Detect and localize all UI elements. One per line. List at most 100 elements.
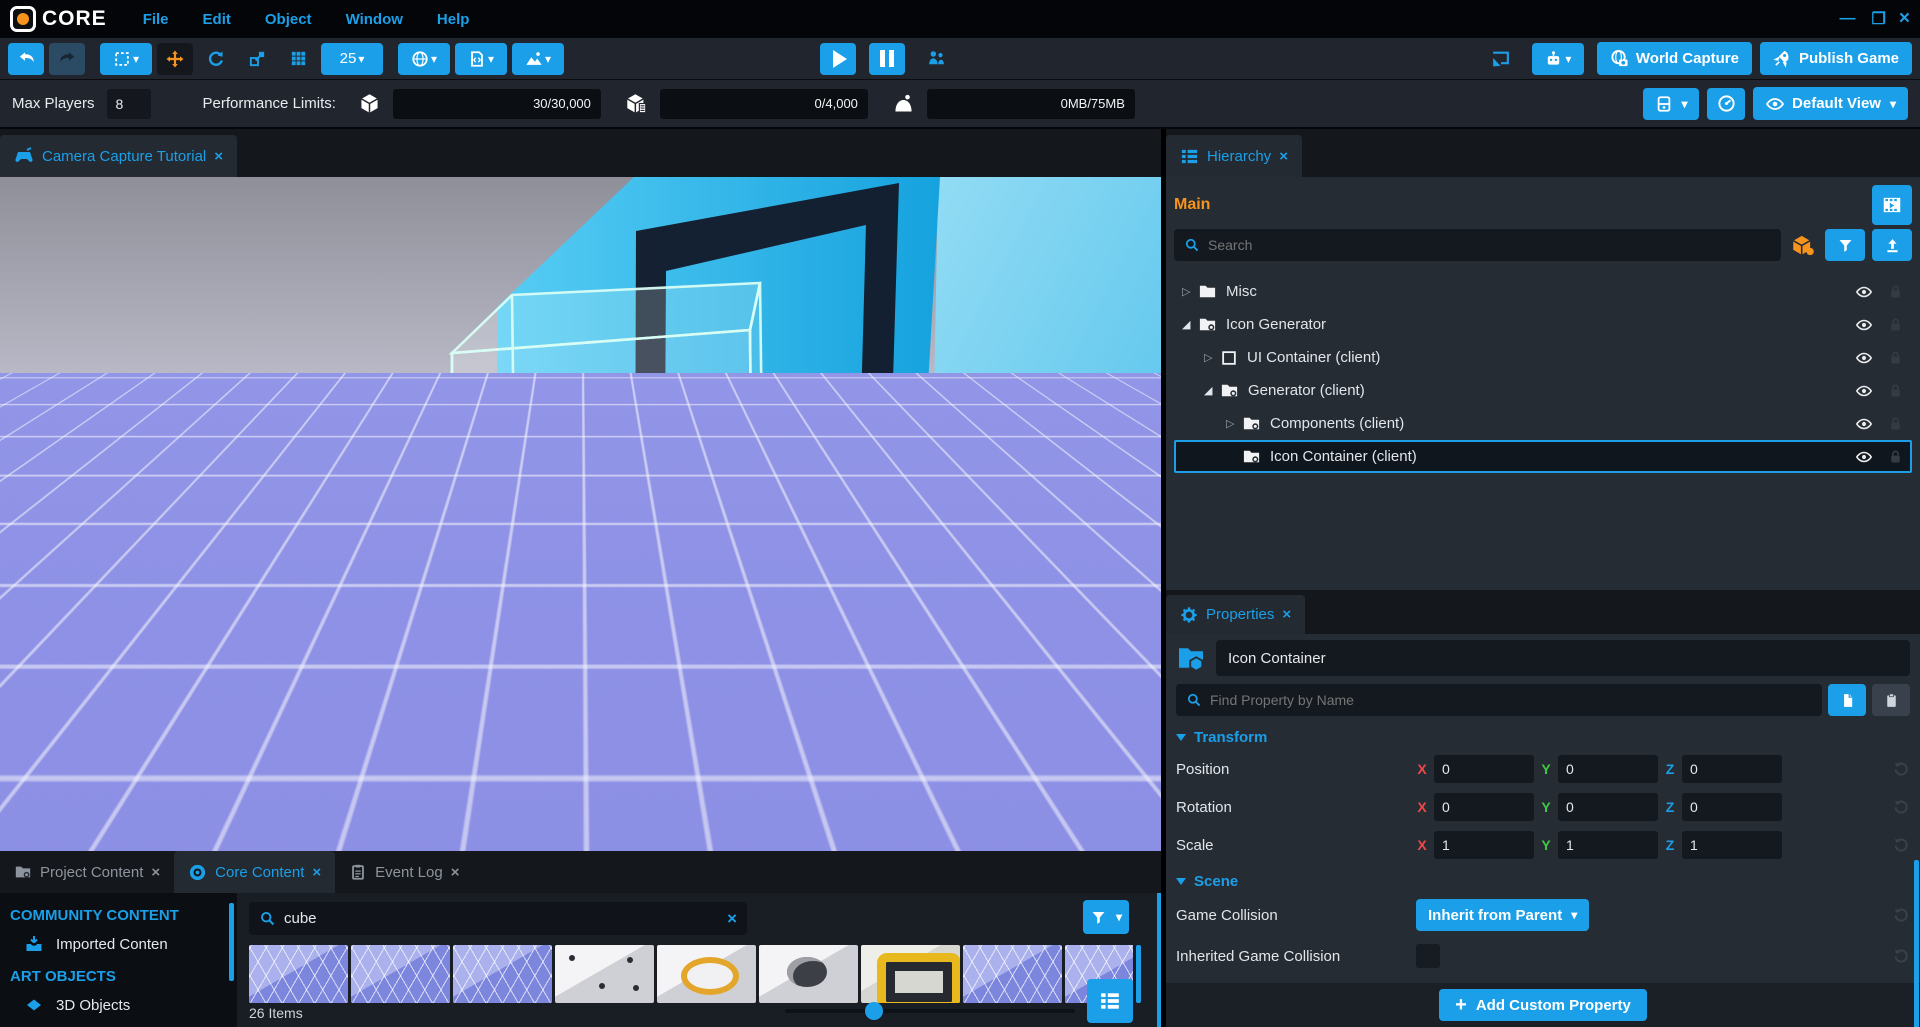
- close-tab-icon[interactable]: [312, 864, 321, 881]
- restore-icon[interactable]: ❐: [1872, 9, 1883, 29]
- menu-object[interactable]: Object: [265, 11, 312, 28]
- sidebar-item-3d-objects[interactable]: 3D Objects: [24, 995, 237, 1015]
- pause-button[interactable]: [869, 43, 905, 75]
- eye-icon[interactable]: [1855, 283, 1873, 301]
- copy-properties-button[interactable]: [1828, 684, 1866, 716]
- performance-panel-button[interactable]: [1707, 88, 1745, 120]
- scene-section-header[interactable]: Scene: [1166, 864, 1920, 894]
- reset-icon[interactable]: [1892, 947, 1910, 965]
- bot-dropdown[interactable]: [1532, 43, 1584, 75]
- asset-thumbnail-white-gold-ring-cube[interactable]: [657, 945, 756, 1003]
- menu-window[interactable]: Window: [346, 11, 403, 28]
- lock-icon[interactable]: [1887, 349, 1904, 366]
- rotation-x-input[interactable]: [1434, 793, 1534, 821]
- menu-edit[interactable]: Edit: [203, 11, 231, 28]
- panel-splitter[interactable]: [1157, 893, 1161, 1027]
- tab-core-content[interactable]: Core Content: [174, 851, 335, 893]
- lock-icon[interactable]: [1887, 316, 1904, 333]
- sidebar-item-imported-content[interactable]: Imported Conten: [24, 934, 237, 954]
- content-search-input[interactable]: [284, 910, 719, 927]
- tree-row-misc[interactable]: ▷ Misc: [1174, 275, 1912, 308]
- asset-thumbnail-blue-grid-cube[interactable]: [963, 945, 1062, 1003]
- close-tab-icon[interactable]: [214, 148, 223, 165]
- paste-properties-button[interactable]: [1872, 684, 1910, 716]
- rotation-y-input[interactable]: [1558, 793, 1658, 821]
- expander-icon[interactable]: ◢: [1182, 318, 1198, 331]
- close-tab-icon[interactable]: [1282, 606, 1291, 623]
- tab-project-content[interactable]: Project Content: [0, 851, 174, 893]
- undo-button[interactable]: [8, 43, 44, 75]
- tree-row-icon-container-selected[interactable]: Icon Container (client): [1174, 440, 1912, 473]
- menu-file[interactable]: File: [143, 11, 169, 28]
- terrain-dropdown[interactable]: [512, 43, 564, 75]
- close-tab-icon[interactable]: [1279, 148, 1288, 165]
- grid-size-dropdown[interactable]: 25: [321, 43, 383, 75]
- position-z-input[interactable]: [1682, 755, 1782, 783]
- asset-thumbnail-blue-grid-cube[interactable]: [453, 945, 552, 1003]
- publish-game-button[interactable]: Publish Game: [1760, 42, 1912, 75]
- expander-icon[interactable]: ▷: [1182, 285, 1198, 298]
- eye-icon[interactable]: [1855, 382, 1873, 400]
- close-tab-icon[interactable]: [451, 864, 460, 881]
- asset-thumbnail-blue-grid-cube[interactable]: [351, 945, 450, 1003]
- lock-icon[interactable]: [1887, 382, 1904, 399]
- world-capture-button[interactable]: World Capture: [1597, 42, 1752, 75]
- minimize-icon[interactable]: —: [1840, 10, 1856, 28]
- grid-snap-button[interactable]: [280, 43, 316, 75]
- hierarchy-search-box[interactable]: [1174, 229, 1781, 261]
- asset-thumbnail-blue-grid-cube[interactable]: [249, 945, 348, 1003]
- asset-grid-scrollbar[interactable]: [1136, 945, 1141, 1003]
- hierarchy-export-button[interactable]: [1872, 229, 1912, 261]
- transform-section-header[interactable]: Transform: [1166, 720, 1920, 750]
- multiplayer-preview-button[interactable]: [918, 43, 954, 75]
- tree-row-ui-container[interactable]: ▷ UI Container (client): [1174, 341, 1912, 374]
- sidebar-scrollbar[interactable]: [229, 903, 234, 981]
- asset-thumbnail-yellow-black-cube[interactable]: [861, 945, 960, 1003]
- eye-icon[interactable]: [1855, 316, 1873, 334]
- eye-icon[interactable]: [1855, 415, 1873, 433]
- eye-icon[interactable]: [1855, 448, 1873, 466]
- networked-cube-icon[interactable]: [1790, 232, 1816, 258]
- scale-x-input[interactable]: [1434, 831, 1534, 859]
- inherited-game-collision-checkbox[interactable]: [1416, 944, 1440, 968]
- tab-properties[interactable]: Properties: [1166, 595, 1305, 634]
- eye-icon[interactable]: [1855, 349, 1873, 367]
- hierarchy-search-input[interactable]: [1208, 237, 1771, 253]
- reset-icon[interactable]: [1892, 798, 1910, 816]
- view-mode-dropdown[interactable]: Default View: [1753, 87, 1908, 120]
- rotate-tool-button[interactable]: [198, 43, 234, 75]
- clear-search-icon[interactable]: [727, 909, 737, 929]
- object-name-input[interactable]: [1216, 640, 1910, 676]
- screen-cast-button[interactable]: [1483, 43, 1519, 75]
- add-custom-property-button[interactable]: Add Custom Property: [1439, 989, 1647, 1021]
- view-toggle-button[interactable]: [1087, 979, 1133, 1023]
- selection-mode-dropdown[interactable]: [100, 43, 152, 75]
- tab-event-log[interactable]: Event Log: [335, 851, 473, 893]
- reset-icon[interactable]: [1892, 906, 1910, 924]
- world-settings-dropdown[interactable]: [398, 43, 450, 75]
- lock-icon[interactable]: [1887, 448, 1904, 465]
- expander-icon[interactable]: ◢: [1204, 384, 1220, 397]
- lock-icon[interactable]: [1887, 283, 1904, 300]
- asset-thumbnail-white-bolted-cube[interactable]: [555, 945, 654, 1003]
- close-icon[interactable]: ×: [1899, 8, 1910, 30]
- tab-camera-capture-tutorial[interactable]: Camera Capture Tutorial: [0, 135, 237, 177]
- content-filter-button[interactable]: [1083, 900, 1129, 934]
- scene-capture-button[interactable]: [1872, 185, 1912, 225]
- tree-row-icon-generator[interactable]: ◢ Icon Generator: [1174, 308, 1912, 341]
- property-search-box[interactable]: [1176, 684, 1822, 716]
- properties-scrollbar[interactable]: [1914, 860, 1919, 1027]
- rotation-z-input[interactable]: [1682, 793, 1782, 821]
- menu-help[interactable]: Help: [437, 11, 470, 28]
- hierarchy-filter-button[interactable]: [1825, 229, 1865, 261]
- expander-icon[interactable]: ▷: [1204, 351, 1220, 364]
- move-tool-button[interactable]: [157, 43, 193, 75]
- slider-thumb[interactable]: [865, 1002, 883, 1020]
- viewport-3d[interactable]: [0, 177, 1161, 851]
- scale-y-input[interactable]: [1558, 831, 1658, 859]
- tree-row-components[interactable]: ▷ Components (client): [1174, 407, 1912, 440]
- lock-icon[interactable]: [1887, 415, 1904, 432]
- property-search-input[interactable]: [1210, 692, 1812, 708]
- scale-tool-button[interactable]: [239, 43, 275, 75]
- play-button[interactable]: [820, 43, 856, 75]
